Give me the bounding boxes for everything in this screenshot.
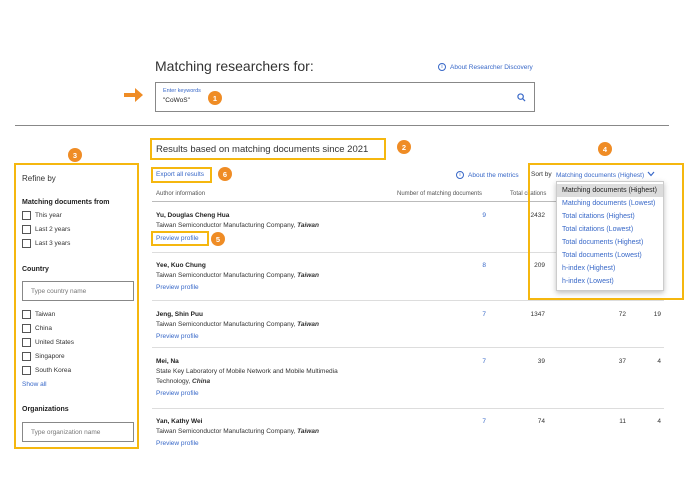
row-divider — [152, 300, 664, 301]
filter-country-taiwan[interactable]: Taiwan — [22, 310, 55, 319]
divider — [15, 125, 669, 126]
researcher-affiliation: Taiwan Semiconductor Manufacturing Compa… — [156, 272, 319, 279]
h-index: 19 — [653, 311, 661, 318]
researcher-affiliation: State Key Laboratory of Mobile Network a… — [156, 368, 338, 385]
badge-3: 3 — [68, 148, 82, 162]
researcher-name[interactable]: Yu, Douglas Cheng Hua — [156, 212, 229, 219]
sort-option-citations-highest[interactable]: Total citations (Highest) — [557, 210, 663, 223]
checkbox[interactable] — [22, 239, 31, 248]
filter-last-3-years[interactable]: Last 3 years — [22, 239, 70, 248]
badge-4: 4 — [598, 142, 612, 156]
filter-this-year[interactable]: This year — [22, 211, 62, 220]
column-matching-documents[interactable]: Number of matching documents — [397, 191, 482, 197]
column-author: Author information — [156, 191, 206, 197]
search-input-value: "CoWoS" — [163, 97, 190, 104]
preview-profile-link[interactable]: Preview profile — [156, 333, 199, 340]
matching-count[interactable]: 7 — [446, 311, 486, 318]
about-researcher-discovery-link[interactable]: i About Researcher Discovery — [438, 63, 533, 71]
checkbox[interactable] — [22, 310, 31, 319]
sort-option-citations-lowest[interactable]: Total citations (Lowest) — [557, 223, 663, 236]
checkbox[interactable] — [22, 338, 31, 347]
matching-count[interactable]: 9 — [446, 212, 486, 219]
total-documents: 37 — [618, 358, 626, 365]
matching-count[interactable]: 7 — [446, 358, 486, 365]
refine-title: Refine by — [22, 174, 56, 183]
researcher-name[interactable]: Jeng, Shin Puu — [156, 311, 203, 318]
matching-documents-title: Matching documents from — [22, 199, 110, 206]
badge-5: 5 — [211, 232, 225, 246]
about-metrics-link[interactable]: i About the metrics — [456, 171, 519, 179]
total-documents: 11 — [619, 418, 626, 425]
search-icon[interactable] — [517, 93, 526, 104]
researcher-affiliation: Taiwan Semiconductor Manufacturing Compa… — [156, 428, 319, 435]
checkbox[interactable] — [22, 366, 31, 375]
preview-profile-link[interactable]: Preview profile — [156, 390, 199, 397]
researcher-name[interactable]: Yan, Kathy Wei — [156, 418, 202, 425]
country-search-input[interactable]: Type country name — [22, 281, 134, 301]
badge-6: 6 — [218, 167, 232, 181]
sort-option-documents-lowest[interactable]: Total documents (Lowest) — [557, 249, 663, 262]
sort-option-matching-highest[interactable]: Matching documents (Highest) — [557, 184, 663, 197]
total-citations: 1347 — [530, 311, 545, 318]
checkbox[interactable] — [22, 225, 31, 234]
sort-option-matching-lowest[interactable]: Matching documents (Lowest) — [557, 197, 663, 210]
results-heading: Results based on matching documents sinc… — [156, 144, 369, 155]
checkbox[interactable] — [22, 324, 31, 333]
preview-profile-link[interactable]: Preview profile — [156, 440, 199, 447]
info-icon: i — [456, 171, 464, 179]
badge-1: 1 — [208, 91, 222, 105]
page-title: Matching researchers for: — [155, 58, 314, 74]
preview-profile-link[interactable]: Preview profile — [156, 284, 199, 291]
h-index: 4 — [657, 418, 661, 425]
info-icon: i — [438, 63, 446, 71]
filter-last-2-years[interactable]: Last 2 years — [22, 225, 70, 234]
total-documents: 72 — [618, 311, 626, 318]
search-input-label: Enter keywords — [163, 88, 201, 94]
show-all-link[interactable]: Show all — [22, 381, 47, 388]
export-all-results-button[interactable]: Export all results — [156, 171, 204, 178]
matching-count[interactable]: 8 — [446, 262, 486, 269]
filter-country-united-states[interactable]: United States — [22, 338, 74, 347]
checkbox[interactable] — [22, 211, 31, 220]
total-citations: 74 — [537, 418, 545, 425]
checkbox[interactable] — [22, 352, 31, 361]
sort-options-menu: Matching documents (Highest) Matching do… — [556, 181, 664, 291]
filter-country-singapore[interactable]: Singapore — [22, 352, 65, 361]
filter-country-south-korea[interactable]: South Korea — [22, 366, 71, 375]
row-divider — [152, 408, 664, 409]
filter-country-china[interactable]: China — [22, 324, 52, 333]
h-index: 4 — [657, 358, 661, 365]
arrow-right-icon — [122, 86, 144, 106]
matching-count[interactable]: 7 — [446, 418, 486, 425]
badge-2: 2 — [397, 140, 411, 154]
row-divider — [152, 347, 664, 348]
researcher-name[interactable]: Mei, Na — [156, 358, 179, 365]
sort-option-documents-highest[interactable]: Total documents (Highest) — [557, 236, 663, 249]
researcher-affiliation: Taiwan Semiconductor Manufacturing Compa… — [156, 321, 319, 328]
organization-search-input[interactable]: Type organization name — [22, 422, 134, 442]
total-citations: 39 — [537, 358, 545, 365]
country-title: Country — [22, 266, 49, 273]
organizations-title: Organizations — [22, 406, 69, 413]
researcher-affiliation: Taiwan Semiconductor Manufacturing Compa… — [156, 222, 319, 229]
sort-option-hindex-lowest[interactable]: h-index (Lowest) — [557, 275, 663, 288]
preview-profile-link[interactable]: Preview profile — [156, 235, 199, 242]
researcher-name[interactable]: Yee, Kuo Chung — [156, 262, 206, 269]
sort-option-hindex-highest[interactable]: h-index (Highest) — [557, 262, 663, 275]
